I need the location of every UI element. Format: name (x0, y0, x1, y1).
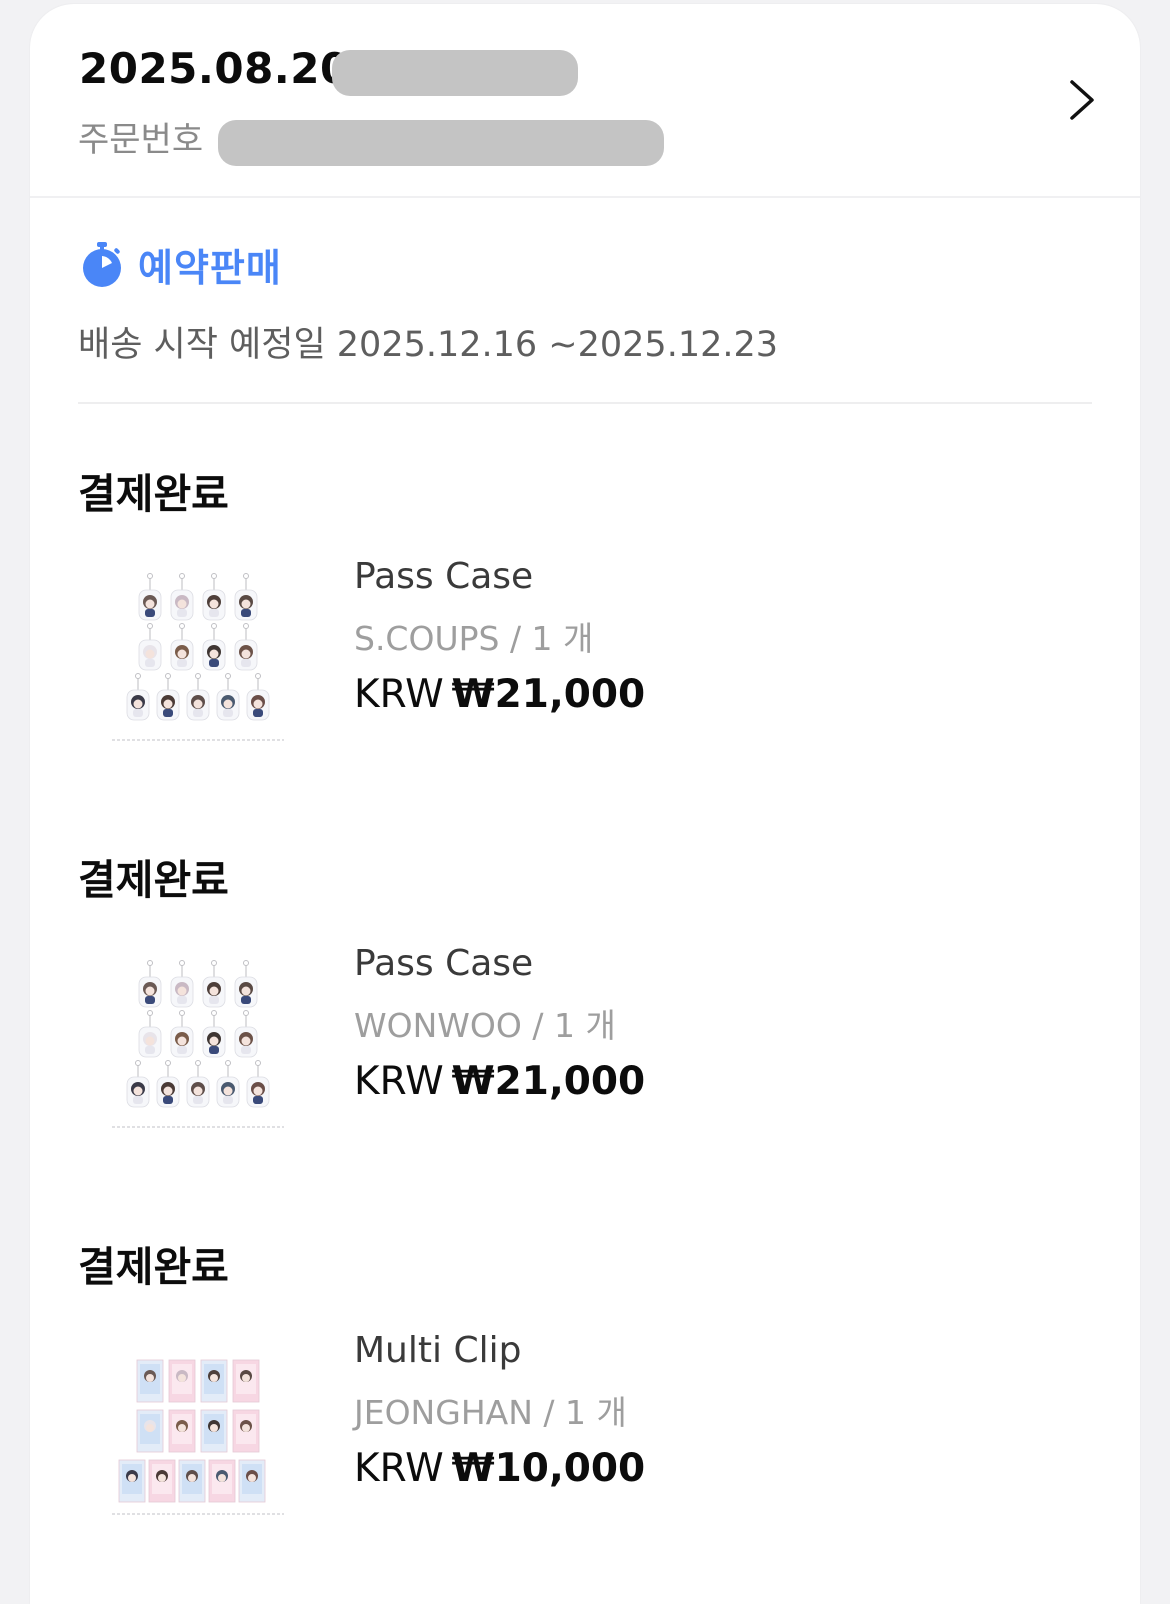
order-number-label: 주문번호 (78, 120, 204, 160)
chevron-right-icon[interactable] (1064, 78, 1100, 122)
payment-status: 결제완료 (78, 1243, 229, 1291)
product-name[interactable]: Multi Clip (354, 1330, 521, 1371)
price-currency: KRW (354, 1059, 444, 1104)
product-price: KRW ₩21,000 (354, 672, 645, 717)
stopwatch-icon (83, 242, 121, 287)
redacted-time (332, 50, 578, 96)
order-header[interactable]: 2025.08.20 주문번호 (30, 4, 1140, 198)
divider (78, 402, 1092, 404)
price-currency: KRW (354, 672, 444, 717)
order-card: 2025.08.20 주문번호 예약판매 배송 시작 예정일 2025.12.1… (30, 4, 1140, 1604)
product-thumbnail[interactable] (110, 1346, 286, 1522)
keyring-grid (112, 573, 284, 741)
product-name[interactable]: Pass Case (354, 943, 533, 984)
product-name[interactable]: Pass Case (354, 556, 533, 597)
order-date: 2025.08.20 (79, 44, 350, 93)
product-price: KRW ₩21,000 (354, 1059, 645, 1104)
price-currency: KRW (354, 1446, 444, 1491)
product-option: S.COUPS / 1 개 (354, 619, 594, 658)
product-price: KRW ₩10,000 (354, 1446, 645, 1491)
payment-status: 결제완료 (78, 856, 229, 904)
payment-status: 결제완료 (78, 470, 229, 518)
product-option: WONWOO / 1 개 (354, 1006, 616, 1045)
product-option: JEONGHAN / 1 개 (354, 1393, 627, 1432)
clip-card-grid (112, 1359, 284, 1515)
presale-label: 예약판매 (138, 245, 282, 290)
shipping-start-date: 배송 시작 예정일 2025.12.16 ~2025.12.23 (78, 325, 779, 365)
presale-badge: 예약판매 (80, 236, 282, 292)
redacted-order-number (218, 120, 664, 166)
price-amount: ₩21,000 (451, 1059, 646, 1104)
product-thumbnail[interactable] (110, 572, 286, 748)
keyring-grid (112, 960, 284, 1128)
price-amount: ₩10,000 (451, 1446, 646, 1491)
price-amount: ₩21,000 (451, 672, 646, 717)
product-thumbnail[interactable] (110, 959, 286, 1135)
